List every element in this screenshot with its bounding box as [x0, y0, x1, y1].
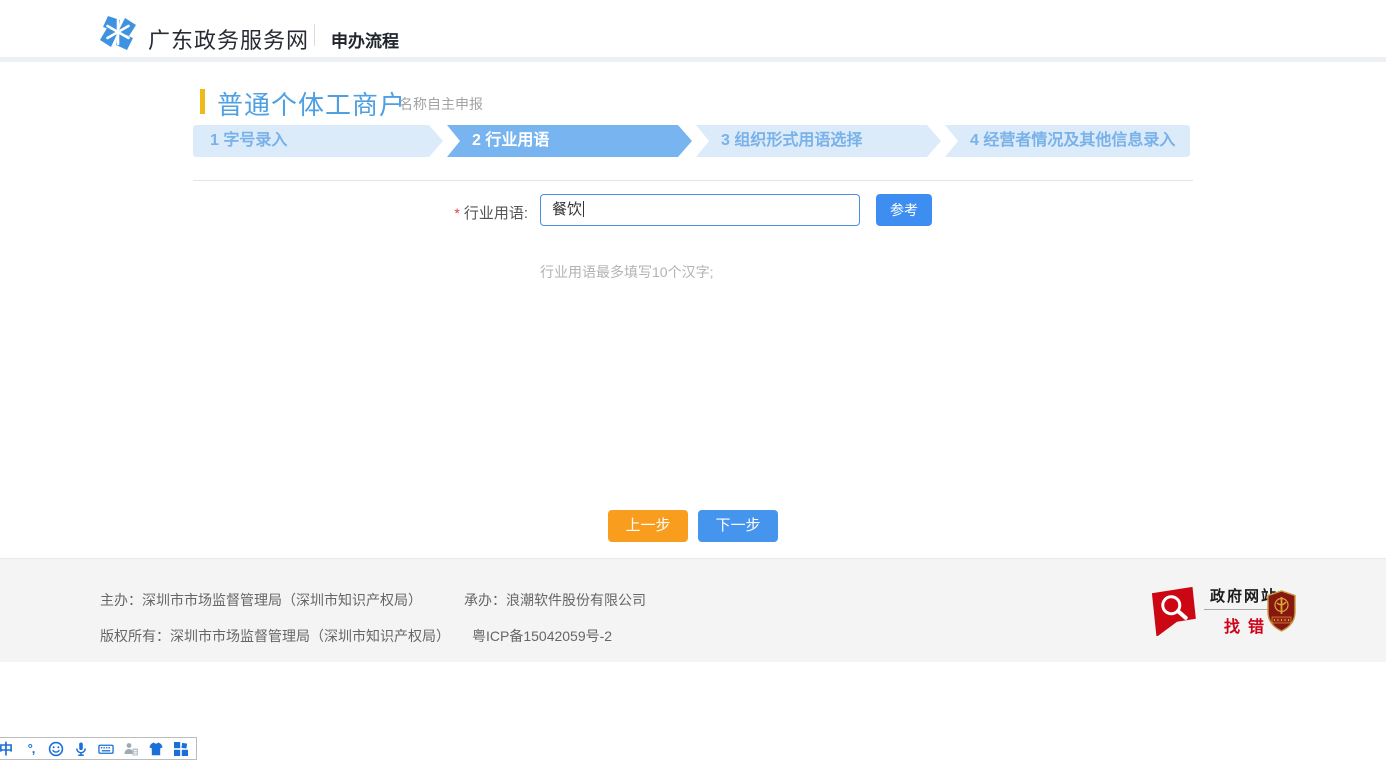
title-accent-bar	[200, 89, 205, 114]
industry-term-value: 餐饮	[552, 201, 582, 218]
page-title: 普通个体工商户	[217, 85, 406, 122]
emoji-icon[interactable]	[48, 741, 64, 757]
footer-line-2: 版权所有：深圳市市场监督管理局（深圳市知识产权局） 粤ICP备15042059号-…	[100, 626, 612, 646]
header-divider	[314, 24, 315, 46]
footer-copyright: 版权所有：深圳市市场监督管理局（深圳市知识产权局）	[100, 628, 450, 644]
site-name[interactable]: 广东政务服务网	[148, 23, 309, 55]
page: 广东政务服务网 申办流程 普通个体工商户 名称自主申报 1 字号录入 2 行业用…	[0, 0, 1386, 760]
footer-line-1: 主办：深圳市市场监督管理局（深圳市知识产权局） 承办：浪潮软件股份有限公司	[100, 590, 646, 610]
wizard-step-1[interactable]: 1 字号录入	[193, 125, 443, 157]
page-subtitle: 名称自主申报	[399, 94, 483, 114]
ime-status-bar: 中 °,	[0, 737, 197, 760]
wizard-step-3[interactable]: 3 组织形式用语选择	[691, 125, 941, 157]
previous-step-button[interactable]: 上一步	[608, 510, 688, 542]
red-magnifier-flag-icon	[1150, 586, 1198, 636]
actions-row: 上一步 下一步	[0, 510, 1386, 542]
industry-term-input[interactable]: 餐饮	[540, 194, 860, 226]
step-wizard: 1 字号录入 2 行业用语 3 组织形式用语选择 4 经营者情况及其他信息录入	[193, 125, 1193, 157]
text-caret	[583, 201, 584, 217]
government-shield-badge-icon[interactable]	[1266, 590, 1297, 632]
menu-grid-icon[interactable]	[173, 741, 189, 757]
input-hint: 行业用语最多填写10个汉字;	[540, 262, 713, 282]
site-logo-pinwheel-icon[interactable]	[99, 15, 137, 51]
flow-title: 申办流程	[331, 27, 399, 52]
chinese-mode-icon[interactable]: 中	[0, 741, 14, 757]
skin-shirt-icon[interactable]	[148, 741, 164, 757]
header: 广东政务服务网 申办流程	[0, 0, 1386, 62]
microphone-icon[interactable]	[73, 741, 89, 757]
gov-site-error-report-badge[interactable]: 政府网站 找错	[1150, 585, 1284, 637]
required-asterisk: *	[454, 205, 459, 221]
footer-icp: 粤ICP备15042059号-2	[472, 628, 612, 644]
clipboard-person-icon[interactable]	[123, 741, 139, 757]
footer: 主办：深圳市市场监督管理局（深圳市知识产权局） 承办：浪潮软件股份有限公司 版权所…	[0, 558, 1386, 662]
keyboard-icon[interactable]	[98, 741, 114, 757]
next-step-button[interactable]: 下一步	[698, 510, 778, 542]
footer-host: 主办：深圳市市场监督管理局（深圳市知识产权局）	[100, 592, 422, 608]
content-divider	[193, 180, 1193, 181]
wizard-step-2-active[interactable]: 2 行业用语	[442, 125, 692, 157]
industry-term-label-text: 行业用语:	[464, 205, 528, 222]
punctuation-mode-icon[interactable]: °,	[23, 741, 39, 757]
wizard-step-4[interactable]: 4 经营者情况及其他信息录入	[940, 125, 1190, 157]
footer-undertaker: 承办：浪潮软件股份有限公司	[464, 592, 646, 608]
reference-button[interactable]: 参考	[876, 194, 932, 226]
industry-term-label: * 行业用语:	[360, 202, 528, 223]
